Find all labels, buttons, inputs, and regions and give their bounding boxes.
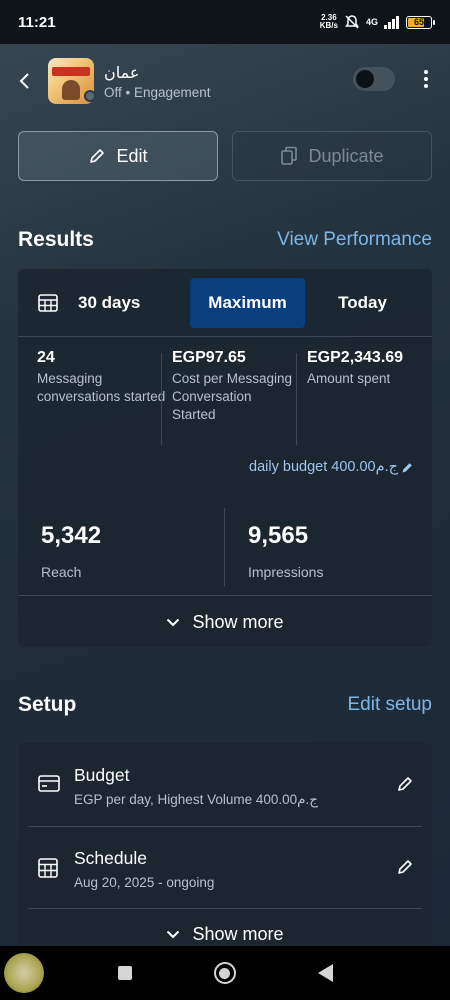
- tab-maximum[interactable]: Maximum: [190, 277, 305, 328]
- home-button[interactable]: [213, 962, 236, 984]
- ad-name: عمان: [104, 64, 140, 82]
- metric-conversations: 24 Messaging conversations started: [37, 349, 166, 404]
- schedule-subtitle: Aug 20, 2025 - ongoing: [74, 875, 215, 890]
- system-nav-bar: [0, 946, 450, 1000]
- metric-reach: 5,342 Reach: [41, 522, 102, 580]
- pencil-icon: [402, 462, 412, 472]
- chevron-left-icon: [19, 73, 29, 89]
- divider: [28, 908, 422, 909]
- setup-row-budget[interactable]: Budget EGP per day, Highest Volume 400.0…: [18, 745, 432, 825]
- setup-header: Setup Edit setup: [18, 693, 432, 717]
- ad-status-text: Off • Engagement: [104, 84, 211, 100]
- edit-label: Edit: [116, 145, 148, 166]
- watermark-logo: [4, 953, 44, 993]
- view-performance-link[interactable]: View Performance: [277, 229, 432, 251]
- setup-card: Budget EGP per day, Highest Volume 400.0…: [18, 743, 432, 953]
- duplicate-button[interactable]: Duplicate: [232, 131, 432, 181]
- chevron-down-icon: [167, 930, 180, 938]
- more-options-icon[interactable]: [414, 65, 438, 93]
- back-button[interactable]: [0, 57, 48, 105]
- chevron-down-icon: [167, 618, 180, 626]
- divider: [18, 595, 432, 596]
- results-title: Results: [18, 228, 94, 251]
- tab-30-days[interactable]: 30 days: [78, 293, 190, 313]
- back-nav-button[interactable]: [317, 964, 333, 982]
- results-header: Results View Performance: [18, 228, 432, 252]
- calendar-grid-icon: [38, 293, 58, 312]
- pencil-icon: [90, 149, 105, 163]
- schedule-title: Schedule: [74, 848, 147, 868]
- edit-setup-link[interactable]: Edit setup: [348, 694, 433, 716]
- daily-budget-text: daily budget 400.00ج.م: [249, 459, 398, 475]
- date-picker-button[interactable]: [18, 293, 78, 312]
- pencil-icon[interactable]: [396, 858, 414, 876]
- signal-icon: [384, 15, 399, 29]
- calendar-grid-icon: [38, 858, 58, 878]
- status-bar: 11:21 2.36 KB/s 4G 65: [0, 0, 450, 44]
- divider: [28, 826, 422, 827]
- ad-active-toggle[interactable]: [353, 67, 395, 91]
- copy-icon: [281, 146, 298, 165]
- bell-off-icon: [344, 15, 359, 29]
- results-show-more-button[interactable]: Show more: [18, 607, 432, 637]
- daily-budget-link[interactable]: daily budget 400.00ج.م: [249, 459, 414, 475]
- recents-button[interactable]: [117, 966, 132, 980]
- budget-title: Budget: [74, 765, 130, 785]
- results-card: 30 days Maximum Today 24 Messaging conve…: [18, 269, 432, 647]
- ad-header: عمان Off • Engagement: [0, 52, 450, 110]
- metric-divider: [224, 508, 225, 586]
- tab-today[interactable]: Today: [305, 293, 420, 313]
- thumbnail-figure: [62, 80, 80, 100]
- ad-title-block: عمان Off • Engagement: [104, 63, 211, 100]
- edit-button[interactable]: Edit: [18, 131, 218, 181]
- network-type: 4G: [365, 17, 378, 27]
- results-metrics: 24 Messaging conversations started EGP97…: [18, 349, 432, 449]
- metric-divider: [296, 353, 297, 445]
- metric-cost-per-conversation: EGP97.65 Cost per Messaging Conversation…: [172, 349, 293, 422]
- duplicate-label: Duplicate: [308, 145, 384, 166]
- metric-divider: [161, 353, 162, 445]
- off-status-dot: [84, 90, 96, 102]
- setup-show-more-button[interactable]: Show more: [18, 919, 432, 949]
- date-range-tabs: 30 days Maximum Today: [18, 269, 432, 337]
- battery-icon: 65: [406, 15, 435, 29]
- setup-title: Setup: [18, 693, 77, 716]
- metric-amount-spent: EGP2,343.69 Amount spent: [307, 349, 404, 386]
- toggle-knob: [356, 70, 374, 88]
- thumbnail-banner: [52, 67, 90, 76]
- budget-subtitle: EGP per day, Highest Volume 400.00ج.م: [74, 792, 318, 807]
- card-icon: [38, 775, 60, 792]
- metric-impressions: 9,565 Impressions: [248, 522, 324, 580]
- status-time: 11:21: [18, 13, 56, 31]
- pencil-icon[interactable]: [396, 775, 414, 793]
- status-icons: 2.36 KB/s 4G 65: [319, 13, 435, 30]
- setup-row-schedule[interactable]: Schedule Aug 20, 2025 - ongoing: [18, 828, 432, 908]
- network-speed: 2.36 KB/s: [319, 13, 338, 30]
